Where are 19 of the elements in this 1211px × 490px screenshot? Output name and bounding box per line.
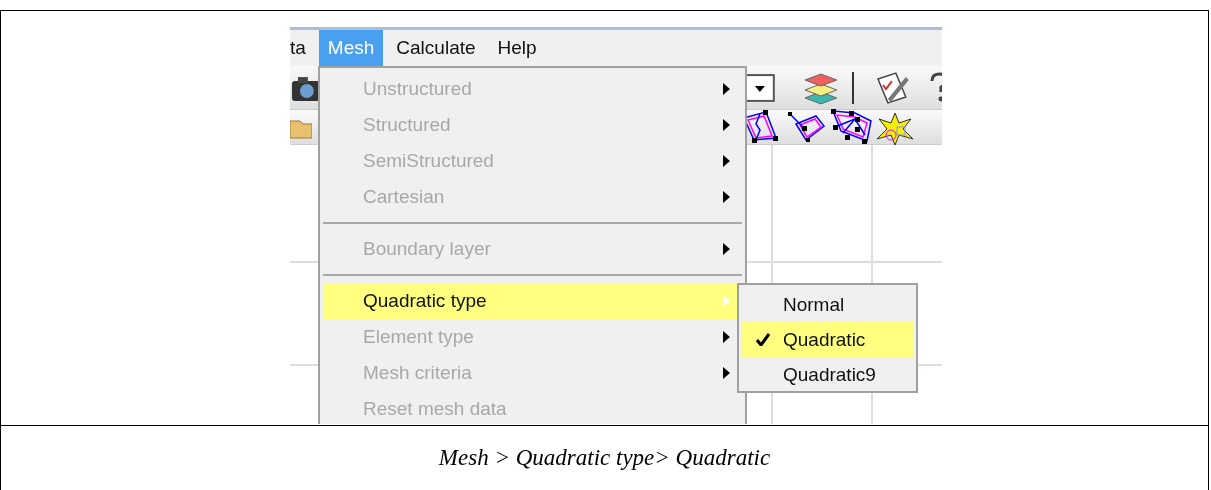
figure-caption: Mesh > Quadratic type> Quadratic	[438, 445, 771, 471]
mesh-arc-icon[interactable]	[786, 110, 826, 144]
menu-bar-item[interactable]: Mesh	[318, 30, 384, 66]
checklist-pencil-icon[interactable]	[874, 70, 911, 105]
menu-bar-item[interactable]: Help	[488, 30, 546, 66]
submenu-arrow-icon	[723, 191, 730, 203]
submenu-arrow-icon	[723, 119, 730, 131]
submenu-arrow-icon	[723, 243, 730, 255]
menu-item[interactable]: Quadratic9	[742, 357, 913, 392]
menu-bar-item[interactable]: Calculate	[387, 30, 485, 66]
submenu-arrow-icon	[723, 331, 730, 343]
menu-bar-item[interactable]: ta	[290, 30, 315, 66]
mesh-grid-icon[interactable]	[829, 109, 873, 145]
submenu-arrow-icon	[723, 367, 730, 379]
submenu-arrow-icon	[723, 83, 730, 95]
submenu-arrow-icon	[723, 155, 730, 167]
menu-item[interactable]: Normal	[742, 287, 913, 322]
submenu-arrow-icon	[723, 295, 730, 307]
menu-item[interactable]: Quadratic	[742, 322, 913, 357]
